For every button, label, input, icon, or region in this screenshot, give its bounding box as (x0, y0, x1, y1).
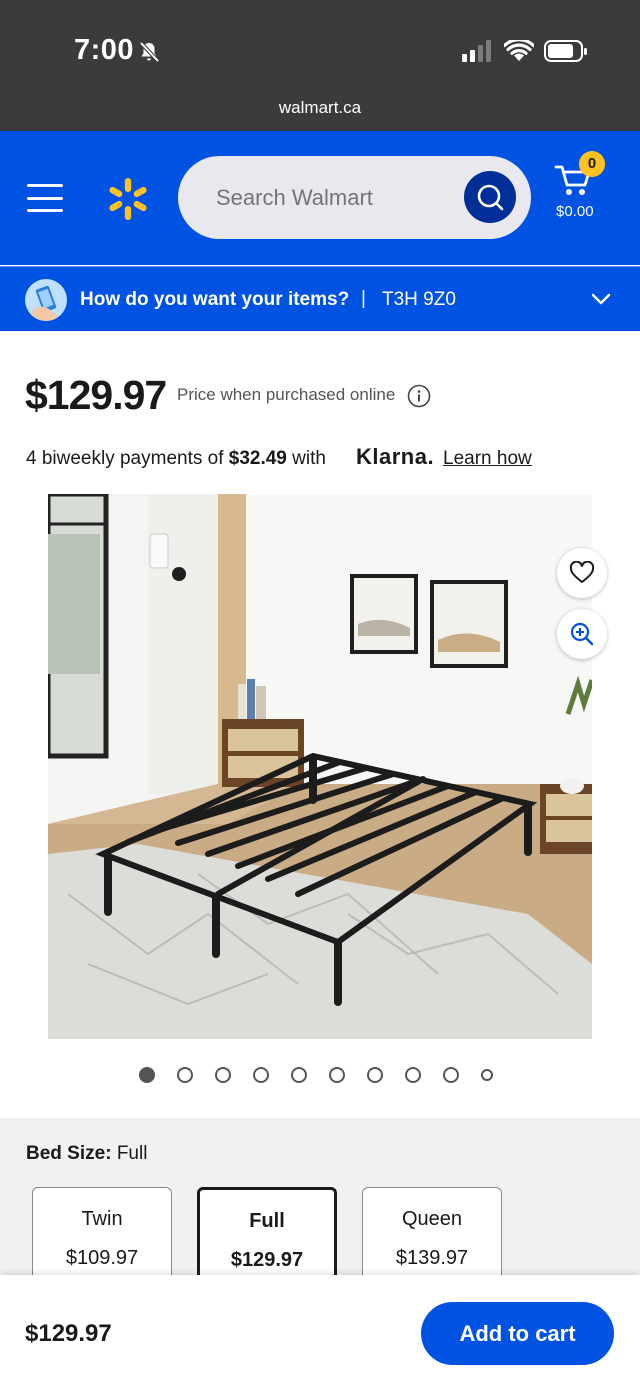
walmart-spark-logo[interactable] (104, 175, 152, 223)
search-icon (477, 184, 504, 211)
size-option-price: $109.97 (65, 1247, 139, 1269)
bed-size-label: Bed Size: Full (26, 1143, 148, 1164)
battery-icon (544, 40, 587, 62)
size-option-price: $129.97 (230, 1249, 304, 1271)
site-header: 0 $0.00 (0, 131, 640, 265)
fulfillment-intent-bar[interactable]: How do you want your items? | T3H 9Z0 (0, 266, 640, 331)
postal-code: T3H 9Z0 (382, 289, 456, 310)
bed-size-selected: Full (116, 1143, 148, 1164)
cart-total: $0.00 (556, 203, 594, 220)
carousel-dot[interactable] (215, 1067, 231, 1083)
wifi-icon (504, 40, 534, 61)
menu-icon[interactable] (27, 184, 63, 212)
favorite-button[interactable] (557, 548, 607, 598)
carousel-dot[interactable] (291, 1067, 307, 1083)
status-time: 7:00 (74, 34, 135, 66)
zoom-in-icon (570, 622, 594, 646)
chevron-down-icon[interactable] (590, 291, 612, 307)
price-note: Price when purchased online (177, 385, 396, 404)
browser-url[interactable]: walmart.ca (0, 98, 640, 118)
carousel-dot[interactable] (405, 1067, 421, 1083)
size-option-name: Queen (401, 1208, 463, 1230)
carousel-dot[interactable] (481, 1069, 493, 1081)
status-bar: 7:00 walmart.ca (0, 0, 640, 131)
status-indicators (462, 39, 588, 63)
klarna-payment-text: 4 biweekly payments of $32.49 with (26, 448, 326, 469)
learn-how-link[interactable]: Learn how (443, 448, 532, 470)
sticky-add-to-cart-bar: $129.97 Add to cart (0, 1275, 640, 1391)
carousel-dot[interactable] (329, 1067, 345, 1083)
klarna-logo: Klarna. (356, 444, 435, 469)
signal-icon (462, 40, 491, 62)
intent-separator: | (361, 288, 366, 309)
size-option-twin[interactable]: Twin $109.97 (32, 1187, 172, 1287)
size-option-name: Full (249, 1210, 285, 1232)
cart-button[interactable]: 0 $0.00 (552, 151, 622, 241)
zoom-button[interactable] (557, 609, 607, 659)
sticky-price: $129.97 (25, 1320, 112, 1347)
klarna-amount: $32.49 (228, 448, 287, 469)
carousel-dot[interactable] (139, 1067, 155, 1083)
product-price: $129.97 (25, 372, 167, 418)
search-input[interactable] (216, 156, 456, 239)
carousel-dot[interactable] (443, 1067, 459, 1083)
size-option-queen[interactable]: Queen $139.97 (362, 1187, 502, 1287)
intent-question: How do you want your items? (80, 289, 350, 310)
cart-count-badge: 0 (579, 151, 605, 177)
carousel-dot[interactable] (367, 1067, 383, 1083)
size-option-price: $139.97 (395, 1247, 469, 1269)
size-option-full[interactable]: Full $129.97 (197, 1187, 337, 1287)
size-option-name: Twin (81, 1208, 123, 1230)
add-to-cart-button[interactable]: Add to cart (421, 1302, 614, 1365)
heart-icon (569, 561, 595, 583)
search-bar (178, 156, 531, 239)
bell-muted-icon (139, 41, 160, 63)
image-carousel-dots (139, 1067, 493, 1083)
screen: 7:00 walmart.ca Search Walmart 0 $0.00 H… (0, 0, 640, 1391)
info-icon[interactable] (407, 384, 431, 408)
search-button[interactable] (464, 171, 516, 223)
product-image[interactable] (48, 494, 592, 1039)
carousel-dot[interactable] (253, 1067, 269, 1083)
phone-delivery-icon (25, 279, 67, 321)
carousel-dot[interactable] (177, 1067, 193, 1083)
